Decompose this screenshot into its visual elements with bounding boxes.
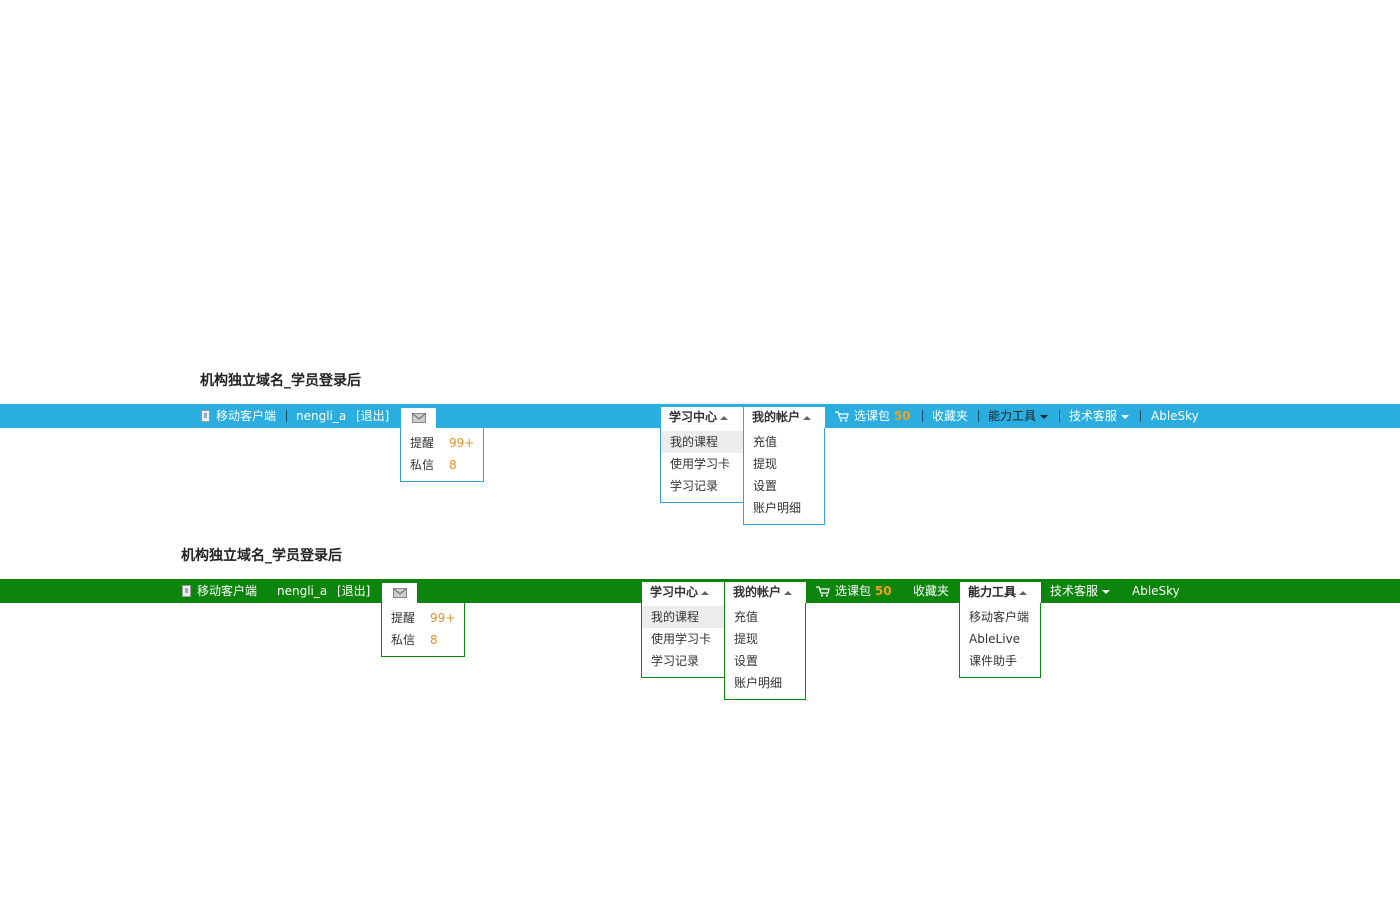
top-bar-blue: 移动客户端 nengli_a [退出] 学习中心 我的帐户 选课包 50 收藏夹… (0, 404, 1400, 429)
study-center-tab[interactable]: 学习中心 (642, 582, 724, 603)
tools-item-ablelive[interactable]: AbleLive (960, 628, 1040, 650)
cart-icon (816, 586, 830, 597)
support-menu-link[interactable]: 技术客服 (1069, 404, 1130, 428)
tools-dropdown: 移动客户端 AbleLive 课件助手 (959, 603, 1041, 678)
reminders-label: 提醒 (410, 436, 435, 450)
tools-item-courseware[interactable]: 课件助手 (960, 650, 1040, 672)
messages-label: 私信 (391, 633, 416, 647)
reminders-label: 提醒 (391, 611, 416, 625)
account-dropdown: 充值 提现 设置 账户明细 (743, 428, 825, 525)
tools-menu-link[interactable]: 能力工具 (988, 404, 1049, 428)
account-item-details[interactable]: 账户明细 (744, 497, 824, 519)
support-menu-link[interactable]: 技术客服 (1050, 579, 1111, 603)
study-item-use-card[interactable]: 使用学习卡 (661, 453, 743, 475)
mail-dropdown: 提醒 99+ 私信 8 (381, 603, 465, 657)
reminders-count: 99+ (449, 436, 475, 450)
reminders-count: 99+ (430, 611, 456, 625)
messages-label: 私信 (410, 458, 435, 472)
logout-link[interactable]: [退出] (337, 579, 370, 603)
mail-tab[interactable] (401, 408, 436, 429)
ablesky-link[interactable]: AbleSky (1132, 579, 1180, 603)
study-center-dropdown: 我的课程 使用学习卡 学习记录 (660, 428, 744, 503)
messages-count: 8 (449, 458, 457, 472)
my-account-label: 我的帐户 (733, 585, 782, 599)
study-item-my-courses[interactable]: 我的课程 (642, 606, 724, 628)
cart-label: 选课包 (835, 584, 872, 598)
messages-item[interactable]: 私信 8 (382, 629, 464, 651)
cart-icon (835, 411, 849, 422)
separator (978, 410, 979, 422)
mobile-client-link[interactable]: 移动客户端 (197, 579, 257, 603)
cart-count: 50 (893, 409, 911, 423)
separator (922, 410, 923, 422)
caret-down-icon (1121, 414, 1130, 419)
caret-up-icon (720, 415, 729, 420)
mobile-client-link[interactable]: 移动客户端 (216, 404, 276, 428)
account-item-recharge[interactable]: 充值 (744, 431, 824, 453)
caret-up-icon (803, 415, 812, 420)
section-title: 机构独立域名_学员登录后 (200, 373, 361, 389)
account-item-settings[interactable]: 设置 (744, 475, 824, 497)
mail-dropdown: 提醒 99+ 私信 8 (400, 428, 484, 482)
cart-link[interactable]: 选课包 50 (854, 404, 911, 428)
separator (286, 410, 287, 422)
account-item-withdraw[interactable]: 提现 (725, 628, 805, 650)
reminders-item[interactable]: 提醒 99+ (382, 607, 464, 629)
messages-count: 8 (430, 633, 438, 647)
my-account-tab[interactable]: 我的帐户 (725, 582, 806, 603)
ablesky-link[interactable]: AbleSky (1151, 404, 1199, 428)
separator (1059, 410, 1060, 422)
reminders-item[interactable]: 提醒 99+ (401, 432, 483, 454)
my-account-tab[interactable]: 我的帐户 (744, 407, 825, 428)
messages-item[interactable]: 私信 8 (401, 454, 483, 476)
mobile-phone-icon (182, 585, 191, 597)
study-item-records[interactable]: 学习记录 (642, 650, 724, 672)
study-center-dropdown: 我的课程 使用学习卡 学习记录 (641, 603, 725, 678)
support-label: 技术客服 (1069, 409, 1118, 423)
support-label: 技术客服 (1050, 584, 1099, 598)
study-item-records[interactable]: 学习记录 (661, 475, 743, 497)
account-item-settings[interactable]: 设置 (725, 650, 805, 672)
tools-item-mobile[interactable]: 移动客户端 (960, 606, 1040, 628)
my-account-label: 我的帐户 (752, 410, 801, 424)
cart-label: 选课包 (854, 409, 891, 423)
caret-up-icon (701, 590, 710, 595)
username-link[interactable]: nengli_a (277, 579, 327, 603)
caret-down-icon (1040, 414, 1049, 419)
mobile-phone-icon (201, 410, 210, 422)
tools-label: 能力工具 (968, 585, 1017, 599)
envelope-icon (393, 588, 407, 598)
tools-tab[interactable]: 能力工具 (960, 582, 1041, 603)
mail-tab[interactable] (382, 583, 417, 604)
account-dropdown: 充值 提现 设置 账户明细 (724, 603, 806, 700)
section-title: 机构独立域名_学员登录后 (181, 548, 342, 564)
account-item-details[interactable]: 账户明细 (725, 672, 805, 694)
study-item-use-card[interactable]: 使用学习卡 (642, 628, 724, 650)
cart-count: 50 (874, 584, 892, 598)
favorites-link[interactable]: 收藏夹 (913, 579, 949, 603)
separator (1140, 410, 1141, 422)
study-center-label: 学习中心 (669, 410, 718, 424)
favorites-link[interactable]: 收藏夹 (932, 404, 968, 428)
account-item-withdraw[interactable]: 提现 (744, 453, 824, 475)
envelope-icon (412, 413, 426, 423)
caret-down-icon (1102, 589, 1111, 594)
study-center-tab[interactable]: 学习中心 (661, 407, 743, 428)
account-item-recharge[interactable]: 充值 (725, 606, 805, 628)
logout-link[interactable]: [退出] (356, 404, 389, 428)
username-link[interactable]: nengli_a (296, 404, 346, 428)
tools-label: 能力工具 (988, 409, 1037, 423)
top-bar-green: 移动客户端 nengli_a [退出] 学习中心 我的帐户 选课包 50 收藏夹… (0, 579, 1400, 604)
study-center-label: 学习中心 (650, 585, 699, 599)
caret-up-icon (784, 590, 793, 595)
cart-link[interactable]: 选课包 50 (835, 579, 892, 603)
caret-up-icon (1019, 590, 1028, 595)
study-item-my-courses[interactable]: 我的课程 (661, 431, 743, 453)
